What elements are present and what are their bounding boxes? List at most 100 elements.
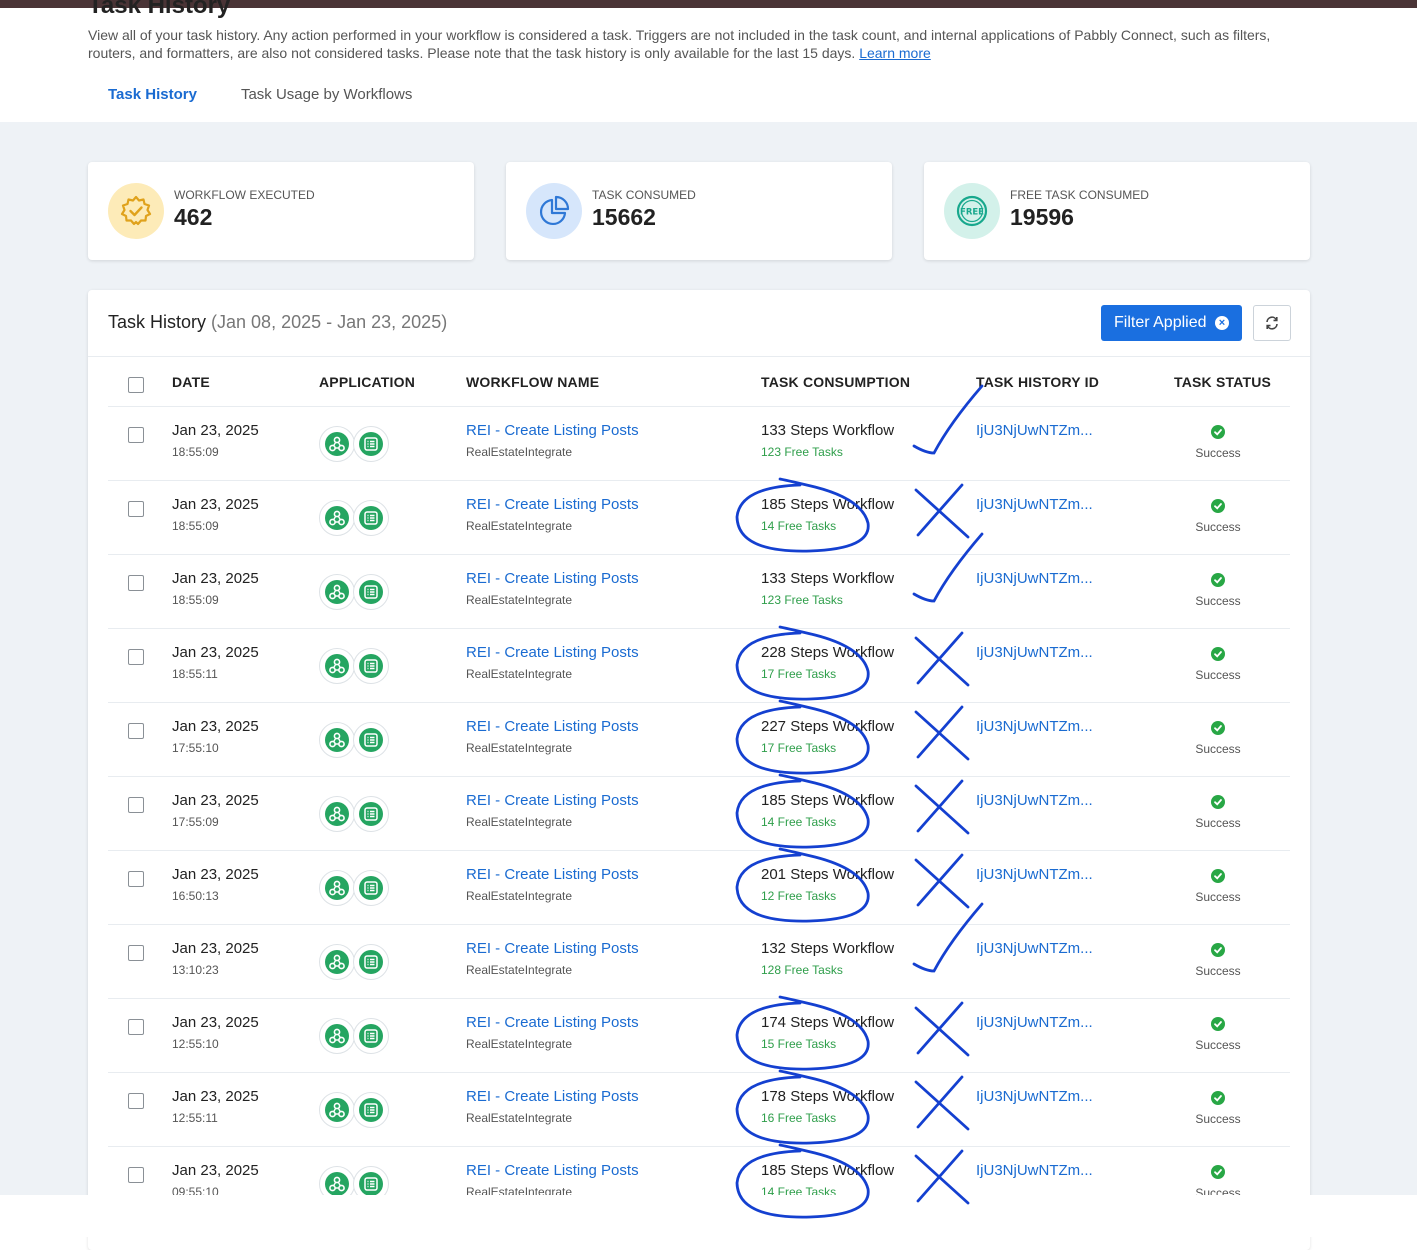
description-text: View all of your task history. Any actio… bbox=[88, 27, 1271, 61]
free-tasks: 16 Free Tasks bbox=[761, 1111, 837, 1125]
row-checkbox[interactable] bbox=[128, 1093, 144, 1109]
column-header-task-status: TASK STATUS bbox=[1174, 374, 1272, 390]
workflow-folder: RealEstateIntegrate bbox=[466, 963, 573, 977]
task-steps: 185 Steps Workflow bbox=[761, 792, 895, 809]
row-checkbox[interactable] bbox=[128, 501, 144, 517]
workflow-name-link[interactable]: REI - Create Listing Posts bbox=[466, 792, 639, 809]
row-checkbox[interactable] bbox=[128, 427, 144, 443]
success-check-icon bbox=[1211, 1165, 1225, 1179]
learn-more-link[interactable]: Learn more bbox=[859, 45, 931, 61]
stat-value: 15662 bbox=[592, 204, 656, 230]
table-header: DATE APPLICATION WORKFLOW NAME TASK CONS… bbox=[108, 356, 1290, 407]
workflow-name-link[interactable]: REI - Create Listing Posts bbox=[466, 1014, 639, 1031]
free-badge-icon: FREE bbox=[944, 183, 1000, 239]
task-history-panel: Task History (Jan 08, 2025 - Jan 23, 202… bbox=[88, 290, 1310, 1250]
table-row[interactable]: Jan 23, 2025 12:55:11 REI - Create Listing… bbox=[108, 1072, 1290, 1147]
success-check-icon bbox=[1211, 1091, 1225, 1105]
workflow-name-link[interactable]: REI - Create Listing Posts bbox=[466, 422, 639, 439]
workflow-name-link[interactable]: REI - Create Listing Posts bbox=[466, 570, 639, 587]
column-header-task-history-id: TASK HISTORY ID bbox=[976, 374, 1100, 390]
table-row[interactable]: Jan 23, 2025 17:55:10 REI - Create Listing… bbox=[108, 702, 1290, 777]
table-row[interactable]: Jan 23, 2025 12:55:10 REI - Create Listing… bbox=[108, 998, 1290, 1073]
workflow-name-link[interactable]: REI - Create Listing Posts bbox=[466, 866, 639, 883]
table-row[interactable]: Jan 23, 2025 18:55:09 REI - Create Listing… bbox=[108, 554, 1290, 629]
row-checkbox[interactable] bbox=[128, 797, 144, 813]
task-history-id-link[interactable]: IjU3NjUwNTZm... bbox=[976, 422, 1093, 439]
stat-label: TASK CONSUMED bbox=[592, 188, 696, 202]
workflow-name-link[interactable]: REI - Create Listing Posts bbox=[466, 1088, 639, 1105]
task-history-id-link[interactable]: IjU3NjUwNTZm... bbox=[976, 496, 1093, 513]
row-checkbox[interactable] bbox=[128, 871, 144, 887]
task-history-id-link[interactable]: IjU3NjUwNTZm... bbox=[976, 1014, 1093, 1031]
workflow-name-link[interactable]: REI - Create Listing Posts bbox=[466, 644, 639, 661]
panel-header: Task History (Jan 08, 2025 - Jan 23, 202… bbox=[88, 290, 1310, 357]
workflow-name-link[interactable]: REI - Create Listing Posts bbox=[466, 496, 639, 513]
date-range: (Jan 08, 2025 - Jan 23, 2025) bbox=[211, 312, 448, 332]
workflow-folder: RealEstateIntegrate bbox=[466, 667, 573, 681]
task-history-id-link[interactable]: IjU3NjUwNTZm... bbox=[976, 1162, 1093, 1179]
row-time: 13:10:23 bbox=[172, 963, 219, 977]
row-date: Jan 23, 2025 bbox=[172, 1162, 259, 1179]
stat-card-free-task-consumed: FREE FREE TASK CONSUMED 19596 bbox=[924, 162, 1310, 260]
svg-text:FREE: FREE bbox=[960, 208, 984, 218]
list-app-icon bbox=[353, 944, 389, 980]
row-checkbox[interactable] bbox=[128, 1167, 144, 1183]
pie-chart-icon bbox=[526, 183, 582, 239]
status-text: Success bbox=[1195, 964, 1241, 978]
free-tasks: 17 Free Tasks bbox=[761, 667, 837, 681]
task-history-id-link[interactable]: IjU3NjUwNTZm... bbox=[976, 792, 1093, 809]
status-text: Success bbox=[1195, 594, 1241, 608]
filter-applied-button[interactable]: Filter Applied × bbox=[1101, 305, 1242, 341]
row-time: 12:55:10 bbox=[172, 1037, 219, 1051]
workflow-folder: RealEstateIntegrate bbox=[466, 1037, 573, 1051]
workflow-folder: RealEstateIntegrate bbox=[466, 519, 573, 533]
table-row[interactable]: Jan 23, 2025 18:55:11 REI - Create Listing… bbox=[108, 628, 1290, 703]
clear-filter-icon[interactable]: × bbox=[1215, 316, 1229, 330]
success-check-icon bbox=[1211, 573, 1225, 587]
status-text: Success bbox=[1195, 446, 1241, 460]
free-tasks: 128 Free Tasks bbox=[761, 963, 843, 977]
row-checkbox[interactable] bbox=[128, 575, 144, 591]
workflow-name-link[interactable]: REI - Create Listing Posts bbox=[466, 1162, 639, 1179]
select-all-checkbox[interactable] bbox=[128, 377, 144, 393]
task-history-id-link[interactable]: IjU3NjUwNTZm... bbox=[976, 644, 1093, 661]
list-app-icon bbox=[353, 1092, 389, 1128]
task-history-id-link[interactable]: IjU3NjUwNTZm... bbox=[976, 718, 1093, 735]
task-steps: 228 Steps Workflow bbox=[761, 644, 895, 661]
success-check-icon bbox=[1211, 943, 1225, 957]
success-check-icon bbox=[1211, 499, 1225, 513]
workflow-name-link[interactable]: REI - Create Listing Posts bbox=[466, 940, 639, 957]
table-row[interactable]: Jan 23, 2025 13:10:23 REI - Create Listing… bbox=[108, 924, 1290, 999]
row-date: Jan 23, 2025 bbox=[172, 422, 259, 439]
task-history-id-link[interactable]: IjU3NjUwNTZm... bbox=[976, 940, 1093, 957]
tab-task-usage-by-workflows[interactable]: Task Usage by Workflows bbox=[221, 80, 432, 122]
list-app-icon bbox=[353, 870, 389, 906]
webhook-app-icon bbox=[319, 648, 355, 684]
row-date: Jan 23, 2025 bbox=[172, 644, 259, 661]
stat-card-workflow-executed: WORKFLOW EXECUTED 462 bbox=[88, 162, 474, 260]
workflow-folder: RealEstateIntegrate bbox=[466, 741, 573, 755]
row-checkbox[interactable] bbox=[128, 723, 144, 739]
table-row[interactable]: Jan 23, 2025 17:55:09 REI - Create Listing… bbox=[108, 776, 1290, 851]
table-row[interactable]: Jan 23, 2025 16:50:13 REI - Create Listing… bbox=[108, 850, 1290, 925]
column-header-date: DATE bbox=[172, 374, 210, 390]
table-row[interactable]: Jan 23, 2025 18:55:09 REI - Create Listing… bbox=[108, 406, 1290, 481]
list-app-icon bbox=[353, 500, 389, 536]
task-history-id-link[interactable]: IjU3NjUwNTZm... bbox=[976, 1088, 1093, 1105]
webhook-app-icon bbox=[319, 1018, 355, 1054]
row-checkbox[interactable] bbox=[128, 649, 144, 665]
table-row[interactable]: Jan 23, 2025 18:55:09 REI - Create Listing… bbox=[108, 480, 1290, 555]
workflow-name-link[interactable]: REI - Create Listing Posts bbox=[466, 718, 639, 735]
success-check-icon bbox=[1211, 721, 1225, 735]
column-header-workflow-name: WORKFLOW NAME bbox=[466, 374, 600, 390]
webhook-app-icon bbox=[319, 722, 355, 758]
task-history-id-link[interactable]: IjU3NjUwNTZm... bbox=[976, 866, 1093, 883]
row-checkbox[interactable] bbox=[128, 1019, 144, 1035]
stat-label: WORKFLOW EXECUTED bbox=[174, 188, 315, 202]
tab-task-history[interactable]: Task History bbox=[88, 80, 217, 124]
task-history-id-link[interactable]: IjU3NjUwNTZm... bbox=[976, 570, 1093, 587]
task-steps: 185 Steps Workflow bbox=[761, 496, 895, 513]
free-tasks: 15 Free Tasks bbox=[761, 1037, 837, 1051]
refresh-button[interactable] bbox=[1253, 305, 1291, 341]
row-checkbox[interactable] bbox=[128, 945, 144, 961]
